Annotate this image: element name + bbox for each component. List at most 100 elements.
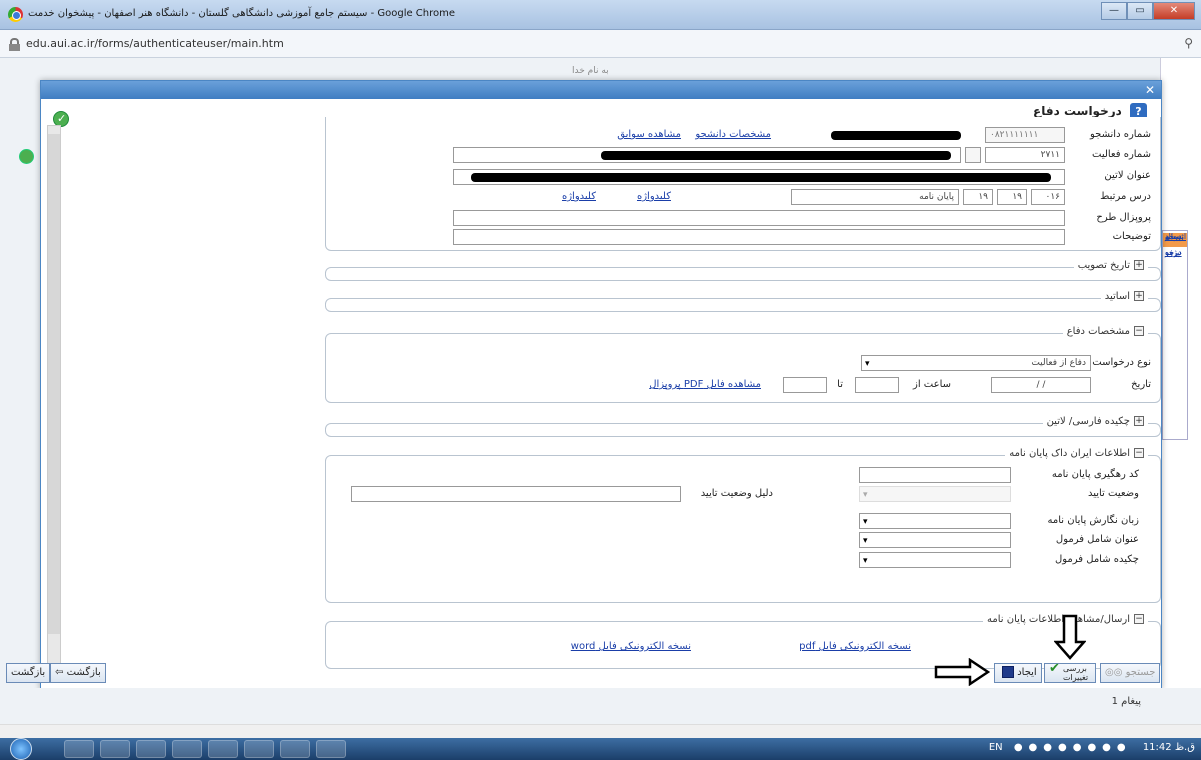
abstract-formula-select[interactable]: ▾ xyxy=(859,552,1011,568)
course-code-input-2[interactable]: ۱۹ xyxy=(997,189,1027,205)
review-changes-button[interactable]: ✔ بررسی تغییرات xyxy=(1044,661,1096,683)
keyword-link-2[interactable]: کلیدواژه xyxy=(562,191,596,202)
back-button-outer[interactable]: بازگشت xyxy=(6,663,51,683)
proposal-input[interactable] xyxy=(453,210,1065,226)
taskbar-chrome-item[interactable] xyxy=(172,740,202,758)
time-to-input[interactable] xyxy=(783,377,827,393)
request-type-value: دفاع از فعالیت xyxy=(1031,358,1086,368)
taskbar-item[interactable] xyxy=(64,740,94,758)
activity-no-input[interactable]: ۲۷۱۱ xyxy=(985,147,1065,163)
activity-lookup-button[interactable] xyxy=(965,147,981,163)
form-area: شماره دانشجو ۰۸۲۱۱۱۱۱۱۱ مشخصات دانشجو مش… xyxy=(321,117,1161,681)
modal-scrollbar[interactable] xyxy=(47,125,61,673)
defense-request-modal: ✕ ? درخواست دفاع شماره دانشجو ۰۸۲۱۱۱۱۱۱۱… xyxy=(40,80,1162,690)
create-button[interactable]: ایجاد xyxy=(994,663,1042,683)
windows-taskbar: EN ●●●●●●●● 11:42 ق.ظ xyxy=(0,738,1201,760)
student-no-input[interactable]: ۰۸۲۱۱۱۱۱۱۱ xyxy=(985,127,1065,143)
minimize-button[interactable]: — xyxy=(1101,2,1127,20)
taskbar-item[interactable] xyxy=(136,740,166,758)
taskbar-item[interactable] xyxy=(280,740,310,758)
taskbar-item[interactable] xyxy=(100,740,130,758)
modal-title-text: درخواست دفاع xyxy=(1033,104,1122,118)
date-input[interactable]: / / xyxy=(991,377,1091,393)
chevron-down-icon: ▾ xyxy=(863,490,868,500)
student-specs-link[interactable]: مشخصات دانشجو xyxy=(695,129,771,140)
expand-icon[interactable]: + xyxy=(1134,260,1144,270)
clock[interactable]: 11:42 ق.ظ xyxy=(1143,742,1195,753)
redaction-mark xyxy=(471,173,1051,182)
collapse-icon[interactable]: − xyxy=(1134,326,1144,336)
approval-date-legend[interactable]: +تاریخ تصویب xyxy=(1073,260,1148,271)
approval-status-label: وضعیت تایید xyxy=(1087,488,1139,499)
expand-icon[interactable]: + xyxy=(1134,416,1144,426)
right-menu-link[interactable]: ارسال xyxy=(1163,231,1186,242)
irandoc-legend[interactable]: −اطلاعات ایران داک پایان نامه xyxy=(1005,448,1148,459)
system-tray: EN ●●●●●●●● 11:42 ق.ظ xyxy=(989,742,1195,753)
right-menu-link[interactable]: درخو xyxy=(1163,247,1182,258)
page-top-label: به نام خدا xyxy=(572,66,609,76)
course-code-input-3[interactable]: ۱۹ xyxy=(963,189,993,205)
keyword-link[interactable]: کلیدواژه xyxy=(637,191,671,202)
related-course-label: درس مرتبط xyxy=(1100,191,1151,202)
word-file-link[interactable]: نسخه الکترونیکی فایل word xyxy=(571,641,691,652)
date-label: تاریخ xyxy=(1131,379,1151,390)
thesis-language-select[interactable]: ▾ xyxy=(859,513,1011,529)
description-input[interactable] xyxy=(453,229,1065,245)
expand-icon[interactable]: + xyxy=(1134,291,1144,301)
title-formula-label: عنوان شامل فرمول xyxy=(1055,534,1139,545)
abstract-section: +چکیده فارسی/ لاتین xyxy=(325,416,1161,437)
close-window-button[interactable]: ✕ xyxy=(1153,2,1195,20)
maximize-button[interactable]: ▭ xyxy=(1127,2,1153,20)
collapse-icon[interactable]: − xyxy=(1134,448,1144,458)
window-title: سیستم جامع آموزشی دانشگاهی گلستان - دانش… xyxy=(28,8,456,19)
proposal-pdf-link[interactable]: مشاهده فایل PDF پروپزال xyxy=(649,379,761,390)
taskbar-item[interactable] xyxy=(316,740,346,758)
back-button[interactable]: ⇦ بازگشت xyxy=(50,663,106,683)
pdf-file-link[interactable]: نسخه الکترونیکی فایل pdf xyxy=(799,641,911,652)
irandoc-section: −اطلاعات ایران داک پایان نامه xyxy=(325,448,1161,603)
back-icon: ⇦ xyxy=(55,667,64,678)
request-type-select[interactable]: دفاع از فعالیت ▾ xyxy=(861,355,1091,371)
request-type-label: نوع درخواست xyxy=(1092,357,1151,368)
tracking-code-label: کد رهگیری پایان نامه xyxy=(1051,469,1139,480)
abstract-legend[interactable]: +چکیده فارسی/ لاتین xyxy=(1042,416,1148,427)
chevron-down-icon: ▾ xyxy=(863,556,868,566)
url-text[interactable]: edu.aui.ac.ir/forms/authenticateuser/mai… xyxy=(26,37,284,50)
modal-close-button[interactable]: ✕ xyxy=(1143,83,1157,97)
search-button[interactable]: ◎◎ جستجو xyxy=(1100,663,1161,683)
approval-reason-label: دلیل وضعیت تایید xyxy=(700,488,773,499)
zoom-icon[interactable]: ⚲ xyxy=(1184,36,1193,50)
chevron-down-icon: ▾ xyxy=(863,517,868,527)
tray-icons: ●●●●●●●● xyxy=(1013,742,1132,753)
title-formula-select[interactable]: ▾ xyxy=(859,532,1011,548)
start-button[interactable] xyxy=(10,738,32,760)
approval-reason-input[interactable] xyxy=(351,486,681,502)
horizontal-scrollbar[interactable] xyxy=(0,724,1201,738)
window-controls: — ▭ ✕ xyxy=(1101,2,1195,20)
check-icon: ✔ xyxy=(1049,661,1060,676)
professors-section: +اساتید xyxy=(325,291,1161,312)
message-count[interactable]: 1 پیغام xyxy=(1112,696,1141,707)
thesis-language-label: زبان نگارش پایان نامه xyxy=(1047,515,1139,526)
student-history-link[interactable]: مشاهده سوابق xyxy=(617,129,681,140)
collapse-icon[interactable]: − xyxy=(1134,614,1144,624)
tracking-code-input[interactable] xyxy=(859,467,1011,483)
language-indicator[interactable]: EN xyxy=(989,742,1003,753)
defense-specs-legend[interactable]: −مشخصات دفاع xyxy=(1062,326,1148,337)
taskbar-word-item[interactable] xyxy=(244,740,274,758)
proposal-label: پروپزال طرح xyxy=(1096,212,1151,223)
approval-date-section: +تاریخ تصویب xyxy=(325,260,1161,281)
right-menu-panel: درخو درخو ثبت د ترمیم ارسال درخو پژوه در… xyxy=(1162,230,1188,440)
course-code-input-1[interactable]: ۰۱۶ xyxy=(1031,189,1065,205)
professors-legend[interactable]: +اساتید xyxy=(1100,291,1148,302)
latin-title-label: عنوان لاتین xyxy=(1104,170,1151,181)
bottom-toolbar: بازگشت ⇦ بازگشت ◎◎ جستجو ✔ بررسی تغییرات… xyxy=(0,614,1201,688)
chrome-icon xyxy=(8,7,23,22)
binoculars-icon: ◎◎ xyxy=(1105,667,1123,678)
student-no-label: شماره دانشجو xyxy=(1089,129,1151,140)
course-name-input[interactable]: پایان نامه xyxy=(791,189,959,205)
arrow-right-icon xyxy=(934,658,990,686)
window-titlebar: سیستم جامع آموزشی دانشگاهی گلستان - دانش… xyxy=(0,0,1201,30)
taskbar-item[interactable] xyxy=(208,740,238,758)
time-from-input[interactable] xyxy=(855,377,899,393)
